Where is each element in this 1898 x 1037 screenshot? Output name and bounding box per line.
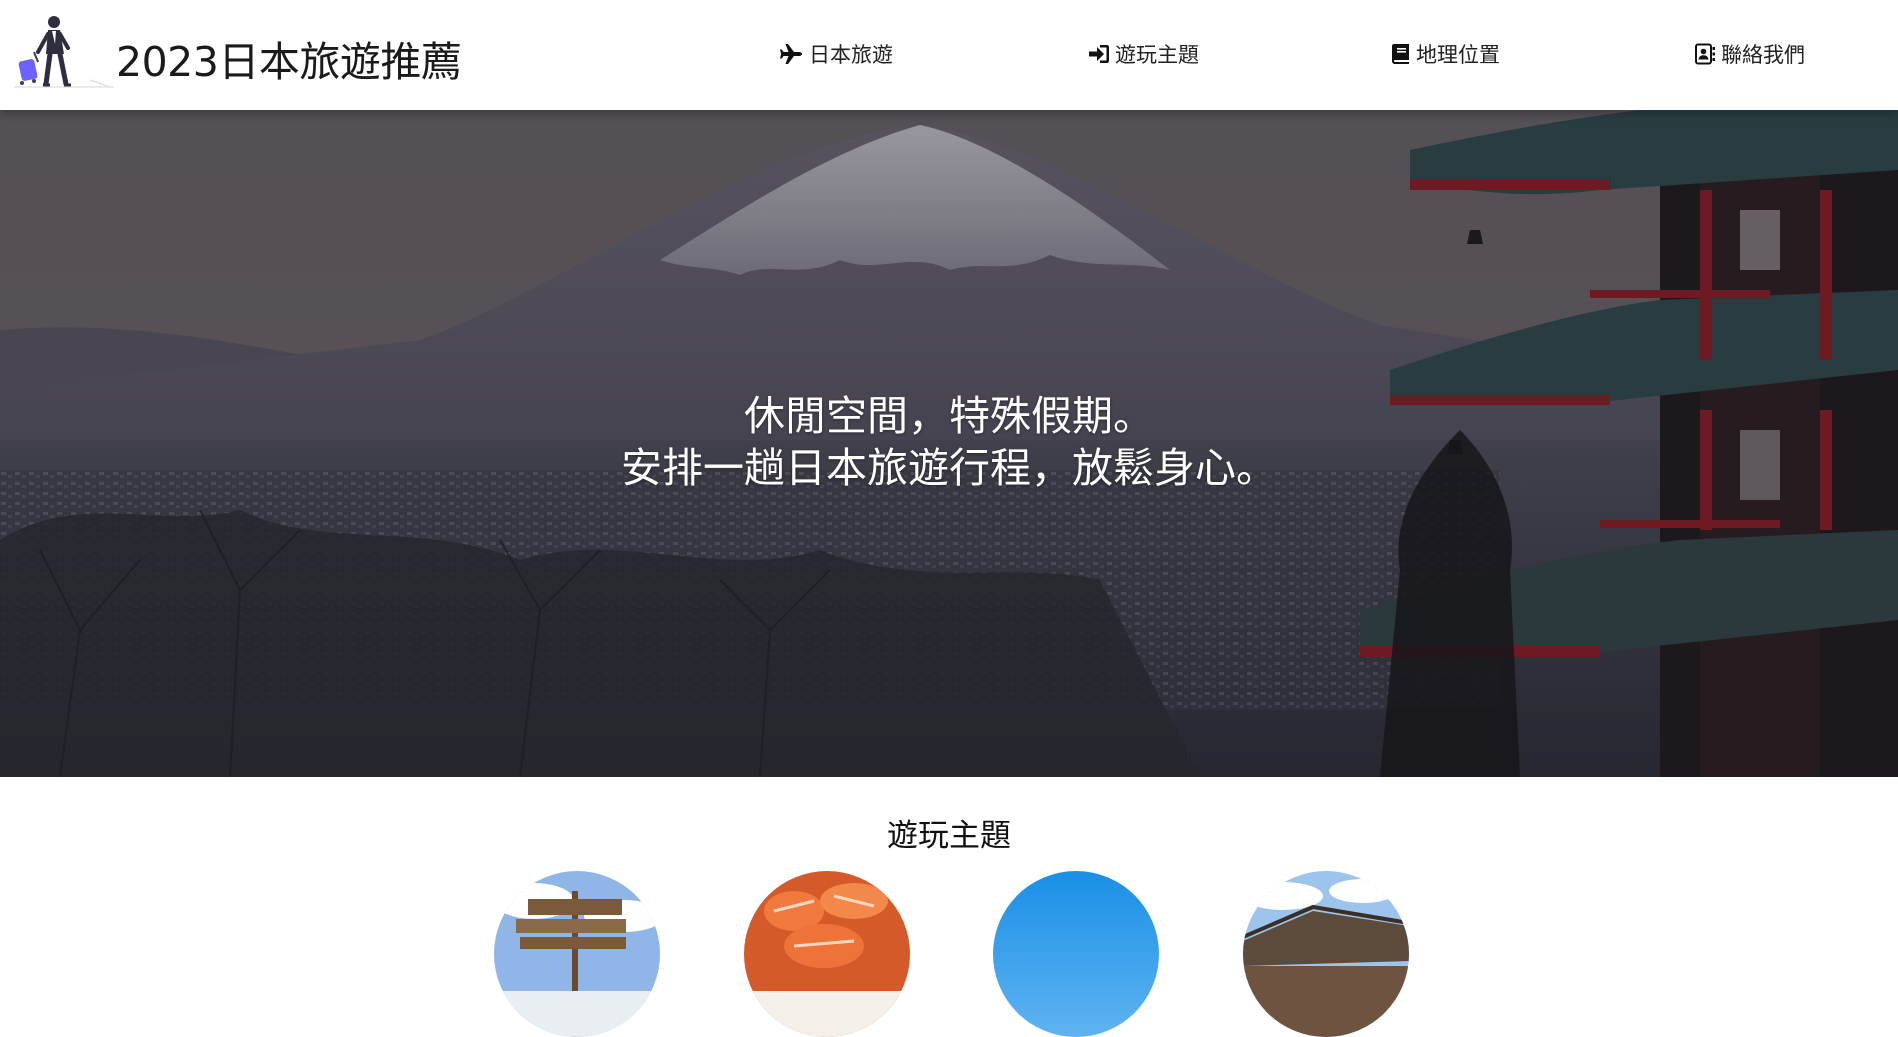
theme-thumbnail-temple[interactable] [1243, 871, 1409, 1037]
site-title[interactable]: 2023日本旅遊推薦 [116, 28, 462, 88]
nav-play-themes[interactable]: 遊玩主題 [1088, 40, 1199, 68]
hero-tagline: 休閒空間，特殊假期。 安排一趟日本旅遊行程，放鬆身心。 [0, 390, 1898, 494]
hero-banner: 休閒空間，特殊假期。 安排一趟日本旅遊行程，放鬆身心。 [0, 110, 1898, 777]
nav-contact-us[interactable]: 聯絡我們 [1694, 40, 1805, 68]
hero-line-1: 休閒空間，特殊假期。 [744, 392, 1154, 440]
nav-location[interactable]: 地理位置 [1391, 40, 1500, 68]
address-book-icon [1695, 43, 1715, 65]
theme-thumbnail-signboard[interactable] [494, 871, 660, 1037]
site-header: 2023日本旅遊推薦 日本旅遊 遊玩主題 地理位置 聯絡我們 [0, 0, 1898, 110]
plane-icon [780, 44, 802, 64]
themes-section-title: 遊玩主題 [887, 818, 1011, 854]
nav-label: 聯絡我們 [1721, 43, 1805, 67]
nav-japan-travel[interactable]: 日本旅遊 [780, 40, 893, 68]
theme-thumbnail-sky[interactable] [993, 871, 1159, 1037]
nav-label: 日本旅遊 [809, 43, 893, 67]
nav-label: 遊玩主題 [1115, 43, 1199, 67]
traveler-with-suitcase-icon[interactable] [14, 14, 114, 90]
book-icon [1392, 44, 1409, 64]
sign-in-icon [1089, 45, 1109, 63]
theme-thumbnail-sushi[interactable] [744, 871, 910, 1037]
hero-line-2: 安排一趟日本旅遊行程，放鬆身心。 [621, 444, 1277, 492]
nav-label: 地理位置 [1416, 43, 1500, 67]
